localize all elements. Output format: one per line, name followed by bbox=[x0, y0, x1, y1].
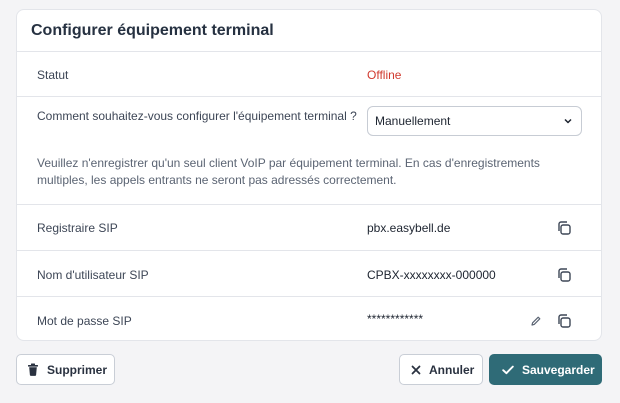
status-label: Statut bbox=[37, 68, 69, 82]
password-label: Mot de passe SIP bbox=[37, 314, 132, 328]
pencil-icon[interactable] bbox=[530, 315, 542, 327]
registrar-value: pbx.easybell.de bbox=[367, 221, 451, 235]
username-value: CPBX-xxxxxxxx-000000 bbox=[367, 268, 496, 282]
config-card: Configurer équipement terminal Statut Of… bbox=[16, 9, 602, 341]
username-label: Nom d'utilisateur SIP bbox=[37, 268, 149, 282]
copy-icon[interactable] bbox=[556, 267, 572, 283]
trash-icon bbox=[28, 363, 38, 376]
close-icon bbox=[411, 365, 421, 374]
chevron-down-icon bbox=[564, 118, 572, 124]
delete-button[interactable]: Supprimer bbox=[16, 354, 115, 385]
password-value: ************ bbox=[367, 312, 424, 326]
config-mode-value: Manuellement bbox=[375, 114, 451, 128]
copy-icon[interactable] bbox=[556, 220, 572, 236]
page-title: Configurer équipement terminal bbox=[31, 21, 274, 39]
save-button[interactable]: Sauvegarder bbox=[489, 354, 602, 385]
check-icon bbox=[502, 365, 514, 374]
config-mode-select[interactable]: Manuellement bbox=[367, 106, 582, 136]
registrar-label: Registraire SIP bbox=[37, 221, 118, 235]
config-hint: Veuillez n'enregistrer qu'un seul client… bbox=[37, 156, 540, 187]
save-button-label: Sauvegarder bbox=[522, 362, 595, 377]
config-question: Comment souhaitez-vous configurer l'équi… bbox=[37, 109, 357, 123]
copy-icon[interactable] bbox=[556, 313, 572, 329]
cancel-button[interactable]: Annuler bbox=[399, 354, 483, 385]
cancel-button-label: Annuler bbox=[429, 362, 475, 377]
username-row: Nom d'utilisateur SIP CPBX-xxxxxxxx-0000… bbox=[17, 251, 601, 297]
card-header: Configurer équipement terminal bbox=[17, 10, 601, 52]
delete-button-label: Supprimer bbox=[47, 362, 108, 377]
registrar-row: Registraire SIP pbx.easybell.de bbox=[17, 205, 601, 251]
status-row: Statut Offline bbox=[17, 52, 601, 97]
password-row: Mot de passe SIP ************ bbox=[17, 297, 601, 341]
status-value: Offline bbox=[367, 68, 402, 82]
